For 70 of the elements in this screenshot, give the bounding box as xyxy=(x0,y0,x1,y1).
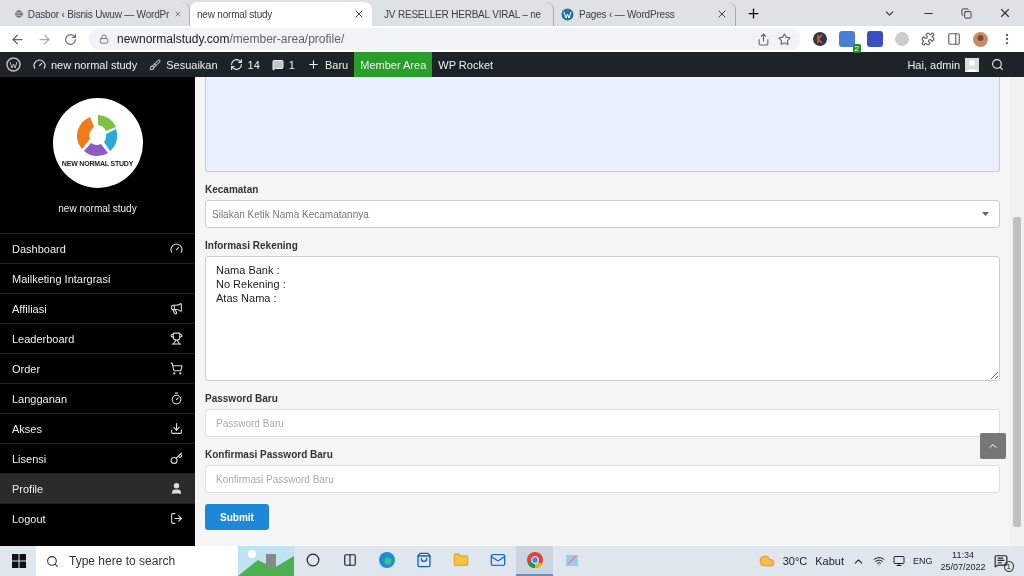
admin-bar-item[interactable]: WP Rocket xyxy=(432,52,500,77)
notification-icon[interactable] xyxy=(993,554,1008,568)
admin-bar-item[interactable]: Baru xyxy=(300,52,355,77)
search-icon[interactable] xyxy=(991,58,1004,71)
gauge-icon xyxy=(170,242,183,255)
field-label: Password Baru xyxy=(205,393,279,404)
weather-text: Kabut xyxy=(815,555,844,567)
refresh-icon xyxy=(229,58,243,71)
cart-icon xyxy=(170,362,183,375)
field-label: Kecamatan xyxy=(205,184,260,195)
user-icon xyxy=(170,482,183,495)
profile-avatar-icon[interactable] xyxy=(973,31,988,47)
browser-tab[interactable]: JV RESELLER HERBAL VIRAL – ne xyxy=(372,2,554,26)
temperature-text: 30°C xyxy=(782,555,808,567)
windows-start-icon[interactable] xyxy=(12,554,26,568)
share-icon[interactable] xyxy=(757,32,770,46)
bookmark-star-icon[interactable] xyxy=(778,32,791,46)
field-label: Konfirmasi Password Baru xyxy=(205,449,334,460)
trophy-icon xyxy=(170,332,183,345)
account-menu[interactable]: Hai, admin xyxy=(901,52,985,77)
close-icon[interactable] xyxy=(353,8,365,20)
comment-icon xyxy=(271,58,284,71)
dropdown-caret-icon xyxy=(982,212,989,216)
close-icon[interactable] xyxy=(998,6,1012,20)
clock[interactable]: 11:34 25/07/2022 xyxy=(940,549,986,573)
chrome-icon[interactable] xyxy=(516,546,553,576)
address-bar[interactable]: newnormalstudy.com/member-area/profile/ xyxy=(89,28,801,50)
display-icon[interactable] xyxy=(893,555,905,567)
extension-badge: 2 xyxy=(852,44,861,53)
extensions-icon[interactable] xyxy=(921,32,935,46)
language-indicator[interactable]: ENG xyxy=(913,556,933,566)
browser-tab[interactable]: new normal study xyxy=(190,2,372,26)
lock-icon xyxy=(99,34,109,44)
key-icon xyxy=(170,452,183,465)
search-icon xyxy=(46,554,59,568)
reload-icon[interactable] xyxy=(64,32,77,46)
field-label: Informasi Rekening xyxy=(205,240,299,251)
plus-icon xyxy=(306,58,320,71)
admin-bar-item[interactable]: new normal study xyxy=(27,52,144,77)
logout-icon xyxy=(170,512,183,525)
select-field[interactable]: Silakan Ketik Nama Kecamatannya xyxy=(205,200,1000,228)
submit-button[interactable]: Submit xyxy=(205,504,269,530)
wordpress-icon xyxy=(561,7,574,21)
admin-bar-item[interactable]: Sesuaikan xyxy=(143,52,224,77)
text-area[interactable]: Nama Bank : No Rekening : Atas Nama : xyxy=(205,256,1000,381)
megaphone-icon xyxy=(170,302,183,315)
avatar-icon xyxy=(965,57,979,72)
wordpress-icon[interactable] xyxy=(6,57,21,72)
back-icon[interactable] xyxy=(10,31,25,47)
side-panel-icon[interactable] xyxy=(947,32,961,46)
input-field[interactable]: Konfirmasi Password Baru xyxy=(205,465,1000,493)
restore-icon[interactable] xyxy=(961,7,972,19)
close-icon[interactable] xyxy=(716,8,728,20)
site-name: new normal study xyxy=(58,203,137,214)
url-text: newnormalstudy.com/member-area/profile/ xyxy=(117,32,346,46)
extension-icon[interactable] xyxy=(813,32,827,46)
sidebar-item[interactable]: Profile xyxy=(0,473,195,503)
network-icon[interactable] xyxy=(873,555,885,567)
admin-bar-item[interactable]: 14 xyxy=(223,52,266,77)
brush-icon xyxy=(149,58,162,71)
globe-icon xyxy=(15,8,23,20)
admin-bar-item[interactable]: 1 xyxy=(265,52,301,77)
browser-tab[interactable]: Pages ‹ — WordPress xyxy=(554,2,736,26)
input-field[interactable]: Password Baru xyxy=(205,409,1000,437)
new-tab-icon[interactable] xyxy=(746,6,761,21)
dashboard-icon xyxy=(33,58,46,71)
taskbar-search-field[interactable]: Type here to search xyxy=(36,546,294,576)
stopwatch-icon xyxy=(170,392,183,405)
download-icon xyxy=(170,422,183,435)
scrollbar[interactable] xyxy=(1010,77,1024,546)
